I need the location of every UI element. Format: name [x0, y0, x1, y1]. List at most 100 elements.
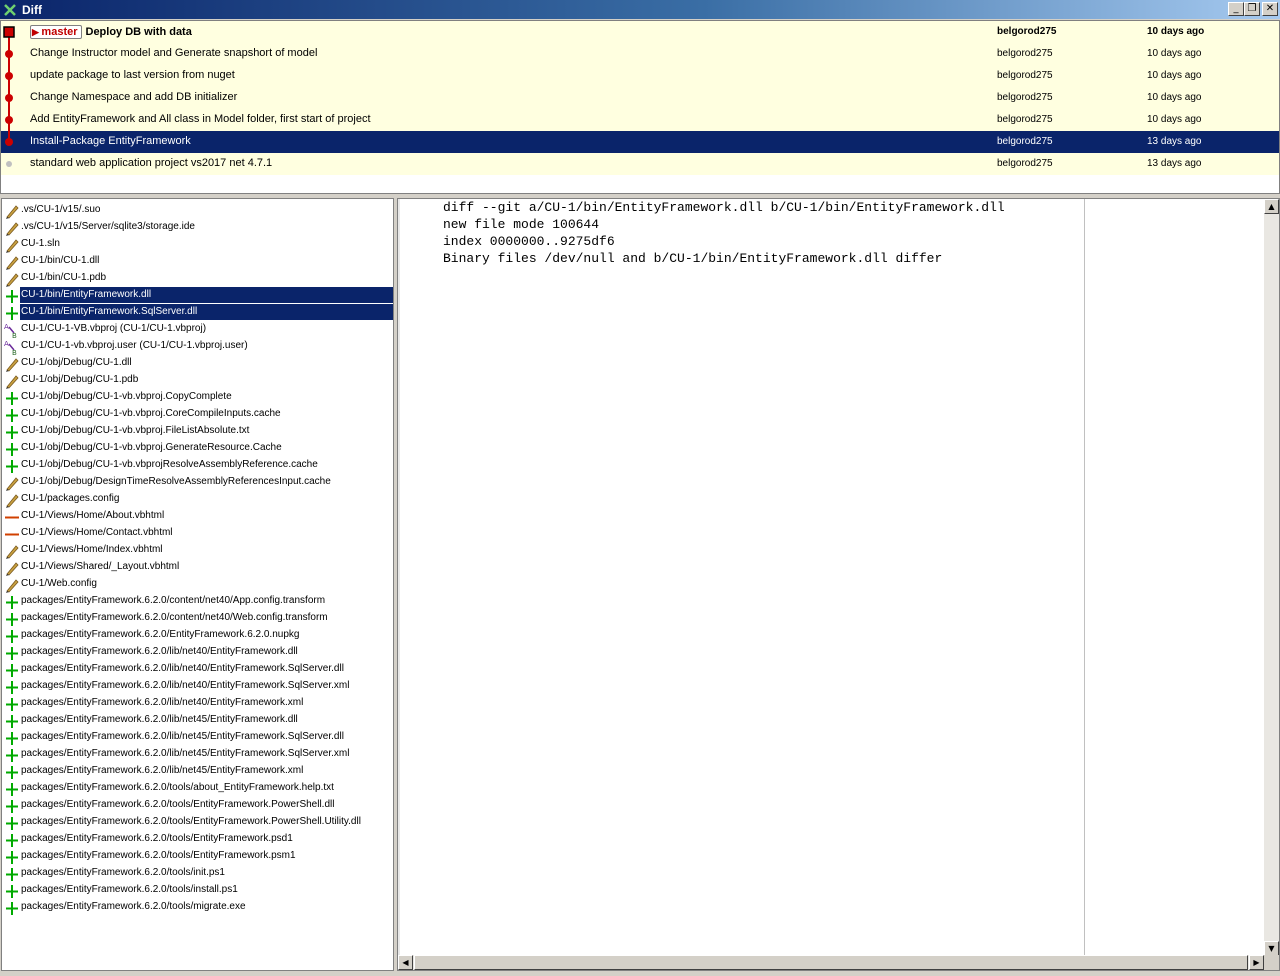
- commit-row[interactable]: Change Instructor model and Generate sna…: [1, 43, 1279, 65]
- commit-row[interactable]: Add EntityFramework and All class in Mod…: [1, 109, 1279, 131]
- close-button[interactable]: ✕: [1262, 2, 1278, 16]
- commit-row[interactable]: standard web application project vs2017 …: [1, 153, 1279, 175]
- file-row[interactable]: CU-1/obj/Debug/CU-1-vb.vbproj.CopyComple…: [2, 389, 393, 406]
- added-icon: [6, 307, 18, 320]
- file-row[interactable]: .vs/CU-1/v15/.suo: [2, 202, 393, 219]
- commit-date: 10 days ago: [1147, 26, 1205, 37]
- file-row[interactable]: CU-1/obj/Debug/CU-1-vb.vbproj.FileListAb…: [2, 423, 393, 440]
- scroll-left-button[interactable]: ◀: [398, 955, 413, 970]
- commit-message: Change Namespace and add DB initializer: [30, 91, 237, 103]
- commit-list[interactable]: ▶ master Deploy DB with data belgorod275 10…: [0, 20, 1280, 194]
- file-row[interactable]: packages/EntityFramework.6.2.0/content/n…: [2, 593, 393, 610]
- added-status-icon: [4, 798, 20, 814]
- file-row[interactable]: CU-1.sln: [2, 236, 393, 253]
- file-row[interactable]: CU-1/bin/EntityFramework.dll: [2, 287, 393, 304]
- file-row[interactable]: CU-1/obj/Debug/CU-1-vb.vbproj.GenerateRe…: [2, 440, 393, 457]
- commit-row[interactable]: Install-Package EntityFramework belgorod2…: [1, 131, 1279, 153]
- file-row[interactable]: packages/EntityFramework.6.2.0/lib/net45…: [2, 729, 393, 746]
- added-icon: [6, 409, 18, 422]
- modified-status-icon: [4, 560, 20, 576]
- modified-status-icon: [4, 543, 20, 559]
- file-row[interactable]: CU-1/packages.config: [2, 491, 393, 508]
- file-row[interactable]: A B CU-1/CU-1-vb.vbproj.user (CU-1/CU-1.vb…: [2, 338, 393, 357]
- scroll-down-button[interactable]: ▼: [1264, 941, 1279, 956]
- file-row[interactable]: CU-1/Views/Home/Contact.vbhtml: [2, 525, 393, 542]
- modified-status-icon: [4, 237, 20, 253]
- commit-date: 10 days ago: [1147, 92, 1202, 103]
- added-icon: [6, 698, 18, 711]
- file-row[interactable]: packages/EntityFramework.6.2.0/tools/ins…: [2, 882, 393, 899]
- file-row[interactable]: .vs/CU-1/v15/Server/sqlite3/storage.ide: [2, 219, 393, 236]
- modified-status-icon: [4, 475, 20, 491]
- file-path: packages/EntityFramework.6.2.0/lib/net45…: [21, 714, 298, 725]
- file-row[interactable]: CU-1/bin/CU-1.dll: [2, 253, 393, 270]
- scroll-right-button[interactable]: ▶: [1249, 955, 1264, 970]
- file-row[interactable]: CU-1/obj/Debug/CU-1-vb.vbprojResolveAsse…: [2, 457, 393, 474]
- file-row[interactable]: packages/EntityFramework.6.2.0/lib/net40…: [2, 661, 393, 678]
- file-row[interactable]: packages/EntityFramework.6.2.0/lib/net45…: [2, 746, 393, 763]
- modified-status-icon: [4, 492, 20, 508]
- window-title: Diff: [22, 2, 42, 17]
- commit-row[interactable]: update package to last version from nuge…: [1, 65, 1279, 87]
- file-row[interactable]: packages/EntityFramework.6.2.0/tools/abo…: [2, 780, 393, 797]
- file-path: CU-1/obj/Debug/CU-1-vb.vbproj.CoreCompil…: [21, 408, 281, 419]
- scroll-up-button[interactable]: ▲: [1264, 199, 1279, 214]
- vertical-splitter[interactable]: [398, 199, 400, 955]
- file-row[interactable]: packages/EntityFramework.6.2.0/lib/net45…: [2, 712, 393, 729]
- modified-status-icon: [4, 356, 20, 372]
- file-row[interactable]: packages/EntityFramework.6.2.0/tools/Ent…: [2, 831, 393, 848]
- file-row[interactable]: packages/EntityFramework.6.2.0/content/n…: [2, 610, 393, 627]
- file-row[interactable]: CU-1/Views/Home/About.vbhtml: [2, 508, 393, 525]
- file-row[interactable]: CU-1/bin/CU-1.pdb: [2, 270, 393, 287]
- vertical-scrollbar[interactable]: ▲ ▼: [1264, 199, 1279, 956]
- horizontal-scroll-thumb[interactable]: [414, 955, 1248, 970]
- restore-button[interactable]: ❐: [1244, 2, 1260, 16]
- diff-view[interactable]: diff --git a/CU-1/bin/EntityFramework.dl…: [397, 198, 1280, 971]
- added-icon: [6, 443, 18, 456]
- horizontal-scrollbar[interactable]: ◀ ▶: [398, 955, 1264, 970]
- file-row[interactable]: packages/EntityFramework.6.2.0/lib/net45…: [2, 763, 393, 780]
- file-row[interactable]: packages/EntityFramework.6.2.0/tools/mig…: [2, 899, 393, 916]
- graph-head-node: [3, 26, 15, 38]
- added-status-icon: [4, 849, 20, 865]
- added-icon: [6, 800, 18, 813]
- file-row[interactable]: packages/EntityFramework.6.2.0/lib/net40…: [2, 644, 393, 661]
- file-row[interactable]: CU-1/bin/EntityFramework.SqlServer.dll: [2, 304, 393, 321]
- file-row[interactable]: CU-1/Views/Home/Index.vbhtml: [2, 542, 393, 559]
- diff-line: Binary files /dev/null and b/CU-1/bin/En…: [443, 251, 943, 266]
- commit-date: 13 days ago: [1147, 158, 1202, 169]
- changed-files-list[interactable]: .vs/CU-1/v15/.suo .vs/CU-1/v15/Server/sql…: [1, 198, 394, 971]
- deleted-icon: [5, 516, 19, 519]
- file-row[interactable]: packages/EntityFramework.6.2.0/tools/Ent…: [2, 797, 393, 814]
- file-path: CU-1/bin/CU-1.dll: [21, 255, 100, 266]
- file-path: CU-1/Views/Home/Contact.vbhtml: [21, 527, 173, 538]
- file-row[interactable]: CU-1/obj/Debug/CU-1.dll: [2, 355, 393, 372]
- file-row[interactable]: CU-1/Web.config: [2, 576, 393, 593]
- commit-row[interactable]: Change Namespace and add DB initializer b…: [1, 87, 1279, 109]
- file-row[interactable]: CU-1/obj/Debug/CU-1-vb.vbproj.CoreCompil…: [2, 406, 393, 423]
- modified-pencil-icon: [6, 205, 19, 219]
- file-row[interactable]: CU-1/Views/Shared/_Layout.vbhtml: [2, 559, 393, 576]
- file-row[interactable]: packages/EntityFramework.6.2.0/tools/Ent…: [2, 848, 393, 865]
- file-row[interactable]: CU-1/obj/Debug/DesignTimeResolveAssembly…: [2, 474, 393, 491]
- added-icon: [6, 766, 18, 779]
- commit-row[interactable]: ▶ master Deploy DB with data belgorod275 10…: [1, 21, 1279, 43]
- file-row[interactable]: packages/EntityFramework.6.2.0/tools/ini…: [2, 865, 393, 882]
- minimize-button[interactable]: _: [1228, 2, 1244, 16]
- svg-text:A: A: [4, 340, 9, 348]
- commit-message: Add EntityFramework and All class in Mod…: [30, 113, 371, 125]
- file-row[interactable]: A B CU-1/CU-1-VB.vbproj (CU-1/CU-1.vbproj): [2, 321, 393, 340]
- added-icon: [6, 460, 18, 473]
- file-row[interactable]: packages/EntityFramework.6.2.0/tools/Ent…: [2, 814, 393, 831]
- file-row[interactable]: packages/EntityFramework.6.2.0/lib/net40…: [2, 678, 393, 695]
- added-icon: [6, 834, 18, 847]
- modified-pencil-icon: [6, 494, 19, 508]
- file-row[interactable]: packages/EntityFramework.6.2.0/lib/net40…: [2, 695, 393, 712]
- file-path: packages/EntityFramework.6.2.0/content/n…: [21, 595, 326, 606]
- commit-message-text: Deploy DB with data: [85, 26, 192, 38]
- added-icon: [6, 868, 18, 881]
- added-icon: [6, 613, 18, 626]
- file-row[interactable]: CU-1/obj/Debug/CU-1.pdb: [2, 372, 393, 389]
- modified-pencil-icon: [6, 562, 19, 576]
- file-row[interactable]: packages/EntityFramework.6.2.0/EntityFra…: [2, 627, 393, 644]
